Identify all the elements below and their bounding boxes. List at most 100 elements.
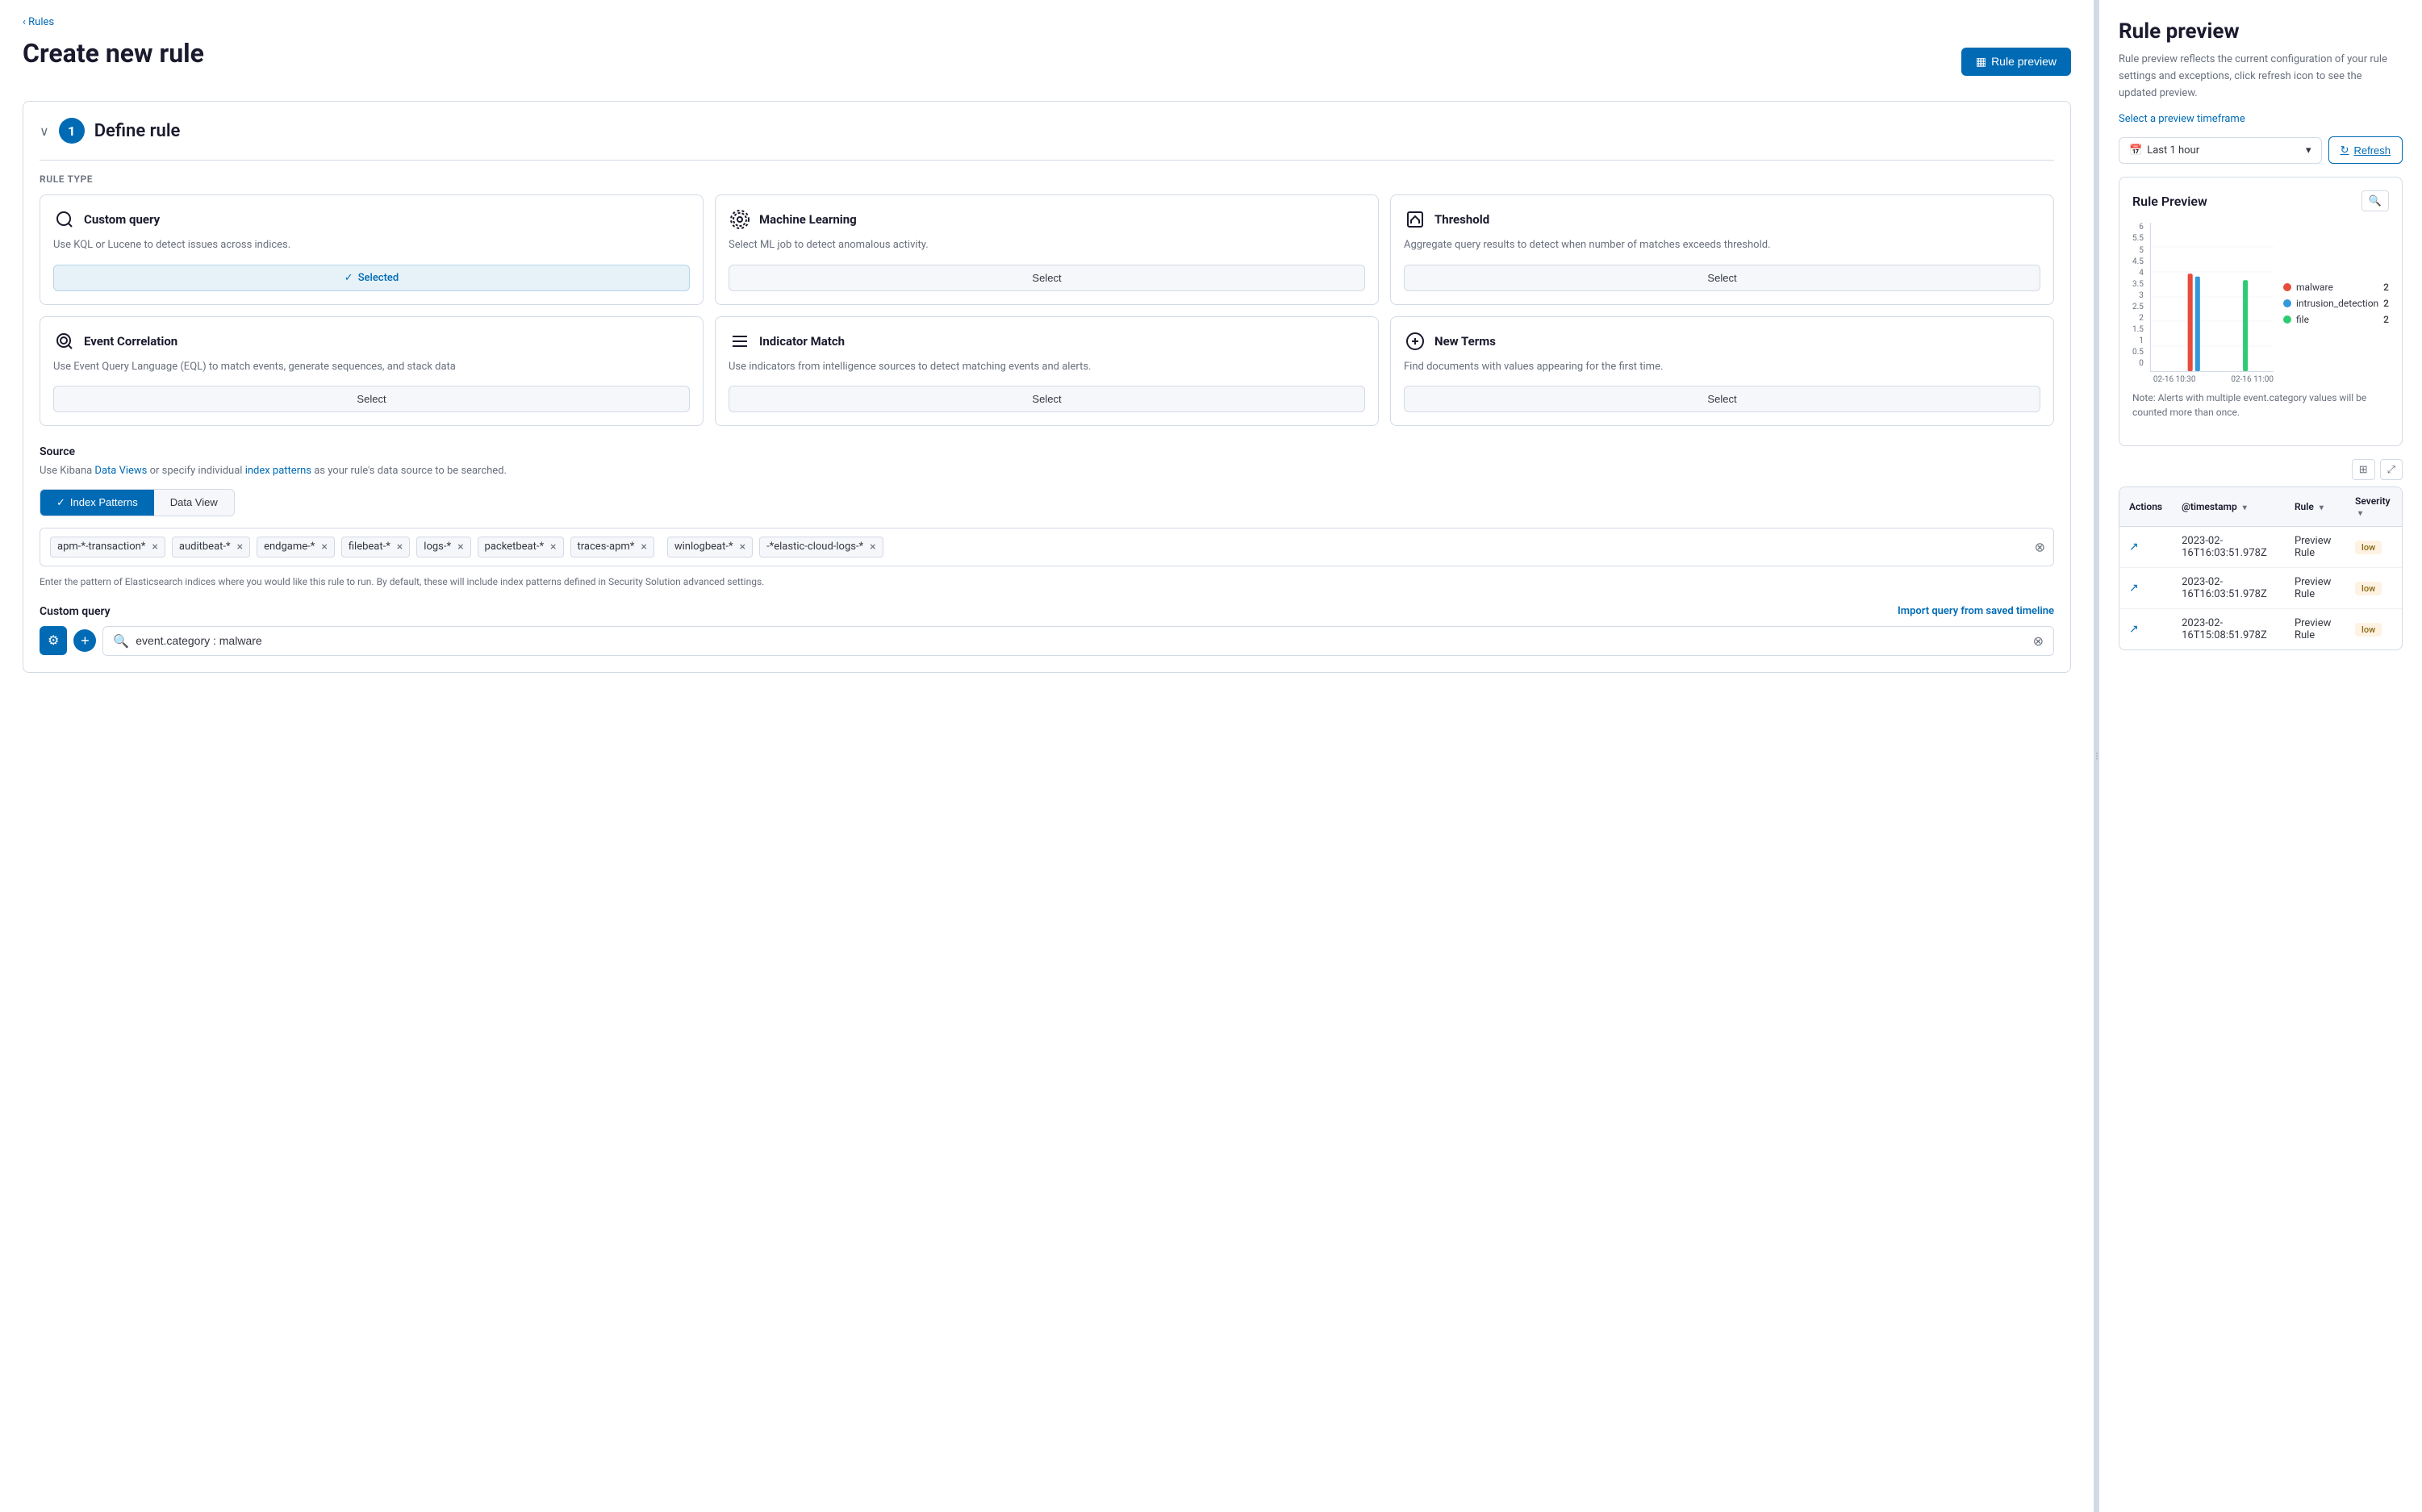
threshold-icon: [1404, 208, 1426, 231]
ml-icon: [729, 208, 751, 231]
col-severity[interactable]: Severity ▾: [2345, 487, 2402, 527]
new-terms-icon: [1404, 330, 1426, 353]
search-query-icon: 🔍: [113, 633, 129, 649]
custom-query-desc: Use KQL or Lucene to detect issues acros…: [53, 237, 690, 253]
chart-note: Note: Alerts with multiple event.categor…: [2132, 391, 2389, 420]
rule-sort-icon: ▾: [2320, 503, 2324, 512]
clear-all-tags-btn[interactable]: ⊗: [2035, 539, 2045, 554]
rule-type-custom-query[interactable]: Custom query Use KQL or Lucene to detect…: [40, 194, 704, 305]
timeframe-select[interactable]: 📅 Last 1 hour ▾: [2119, 137, 2322, 164]
preview-chart: 6 5.5 5 4.5 4 3.5 3 2.5 2 1.5 1 0.5 0: [2132, 223, 2389, 384]
new-terms-desc: Find documents with values appearing for…: [1404, 359, 2040, 375]
col-rule[interactable]: Rule ▾: [2285, 487, 2345, 527]
rule-type-indicator-match[interactable]: Indicator Match Use indicators from inte…: [715, 316, 1379, 427]
index-patterns-container: apm-*-transaction* × auditbeat-* × endga…: [40, 528, 2054, 566]
inspect-chart-btn[interactable]: 🔍: [2361, 190, 2389, 211]
threshold-name: Threshold: [1434, 212, 1489, 227]
timestamp-3: 2023-02-16T15:08:51.978Z: [2172, 609, 2285, 650]
col-actions: Actions: [2119, 487, 2172, 527]
bar-chart-icon: ▦: [1976, 55, 1986, 69]
custom-query-name: Custom query: [84, 212, 160, 227]
step-badge: 1: [59, 118, 85, 144]
new-terms-select-btn[interactable]: Select: [1404, 386, 2040, 412]
table-columns-btn[interactable]: ⊞: [2352, 459, 2375, 480]
index-tag-filebeat[interactable]: filebeat-* ×: [341, 537, 410, 558]
data-table-section: ⊞ ⤢ Actions @timestamp ▾ Rule: [2119, 459, 2403, 650]
x-axis-labels: 02-16 10:30 02-16 11:00: [2150, 372, 2274, 384]
index-tag-packetbeat[interactable]: packetbeat-* ×: [478, 537, 564, 558]
remove-auditbeat-tag[interactable]: ×: [237, 541, 243, 553]
remove-traces-tag[interactable]: ×: [641, 541, 646, 553]
select-timeframe-link[interactable]: Select a preview timeframe: [2119, 113, 2403, 125]
custom-query-section: Custom query Import query from saved tim…: [40, 605, 2054, 656]
chart-area: [2150, 223, 2274, 372]
legend-file: file 2: [2283, 314, 2389, 325]
rule-type-new-terms[interactable]: New Terms Find documents with values app…: [1390, 316, 2054, 427]
refresh-button[interactable]: ↻ Refresh: [2328, 136, 2403, 164]
remove-winlogbeat-tag[interactable]: ×: [740, 541, 745, 553]
checkmark-tab-icon: ✓: [56, 496, 65, 509]
data-views-link[interactable]: Data Views: [94, 465, 147, 477]
row-link-2[interactable]: ↗: [2129, 582, 2139, 595]
table-row: ↗ 2023-02-16T16:03:51.978Z Preview Rule …: [2119, 527, 2402, 568]
remove-elastic-cloud-tag[interactable]: ×: [870, 541, 875, 553]
remove-filebeat-tag[interactable]: ×: [397, 541, 403, 553]
col-timestamp[interactable]: @timestamp ▾: [2172, 487, 2285, 527]
index-tag-elastic-cloud[interactable]: -*elastic-cloud-logs-* ×: [759, 537, 883, 558]
rule-type-event-correlation[interactable]: Event Correlation Use Event Query Langua…: [40, 316, 704, 427]
import-timeline-link[interactable]: Import query from saved timeline: [1898, 605, 2054, 617]
checkmark-icon: ✓: [345, 272, 353, 284]
remove-packetbeat-tag[interactable]: ×: [550, 541, 556, 553]
remove-logs-tag[interactable]: ×: [457, 541, 463, 553]
chart-legend: malware 2 intrusion_detection 2 file 2: [2274, 223, 2389, 384]
severity-3: low: [2355, 623, 2382, 637]
index-tag-logs[interactable]: logs-* ×: [416, 537, 470, 558]
index-patterns-link[interactable]: index patterns: [245, 465, 311, 477]
row-link-3[interactable]: ↗: [2129, 623, 2139, 636]
indicator-match-name: Indicator Match: [759, 334, 845, 349]
index-tag-endgame[interactable]: endgame-* ×: [257, 537, 335, 558]
rule-types-grid: Custom query Use KQL or Lucene to detect…: [40, 194, 2054, 426]
tab-index-patterns[interactable]: ✓ Index Patterns: [40, 490, 154, 516]
row-link-1[interactable]: ↗: [2129, 541, 2139, 553]
table-fullscreen-btn[interactable]: ⤢: [2380, 459, 2403, 480]
data-table: Actions @timestamp ▾ Rule ▾ Severity: [2119, 487, 2402, 649]
custom-query-select-btn[interactable]: ✓ Selected: [53, 265, 690, 291]
page-title: Create new rule: [23, 38, 204, 69]
timestamp-sort-icon: ▾: [2243, 503, 2247, 512]
rule-preview-chart-title: Rule Preview: [2132, 194, 2207, 209]
rule-type-label: Rule type: [40, 173, 2054, 185]
severity-sort-icon: ▾: [2358, 509, 2362, 518]
indicator-match-select-btn[interactable]: Select: [729, 386, 1365, 412]
tab-data-view[interactable]: Data View: [154, 490, 234, 516]
ml-select-btn[interactable]: Select: [729, 265, 1365, 291]
event-correlation-icon: [53, 330, 76, 353]
query-input[interactable]: [136, 634, 2026, 647]
threshold-select-btn[interactable]: Select: [1404, 265, 2040, 291]
collapse-icon[interactable]: ∨: [40, 123, 49, 139]
add-filter-button[interactable]: +: [73, 629, 96, 652]
filter-button[interactable]: ⚙: [40, 626, 67, 655]
malware-dot: [2283, 283, 2291, 291]
rule-type-threshold[interactable]: Threshold Aggregate query results to det…: [1390, 194, 2054, 305]
index-tag-apm[interactable]: apm-*-transaction* ×: [50, 537, 165, 558]
index-tag-winlogbeat[interactable]: winlogbeat-* ×: [667, 537, 753, 558]
event-correlation-select-btn[interactable]: Select: [53, 386, 690, 412]
index-tag-traces[interactable]: traces-apm* ×: [570, 537, 654, 558]
index-tag-auditbeat[interactable]: auditbeat-* ×: [172, 537, 250, 558]
side-panel-title: Rule preview: [2119, 19, 2403, 44]
new-terms-name: New Terms: [1434, 334, 1496, 349]
timestamp-2: 2023-02-16T16:03:51.978Z: [2172, 568, 2285, 609]
section-title: Define rule: [94, 121, 181, 141]
table-row: ↗ 2023-02-16T16:03:51.978Z Preview Rule …: [2119, 568, 2402, 609]
remove-apm-tag[interactable]: ×: [152, 541, 157, 553]
rule-type-ml[interactable]: Machine Learning Select ML job to detect…: [715, 194, 1379, 305]
calendar-icon: 📅: [2129, 144, 2142, 157]
breadcrumb[interactable]: Rules: [23, 16, 2071, 28]
remove-endgame-tag[interactable]: ×: [321, 541, 327, 553]
severity-2: low: [2355, 582, 2382, 595]
legend-malware: malware 2: [2283, 282, 2389, 293]
rule-preview-button[interactable]: ▦ Rule preview: [1961, 48, 2071, 76]
chevron-down-icon: ▾: [2306, 144, 2311, 157]
query-clear-btn[interactable]: ⊗: [2033, 633, 2044, 649]
